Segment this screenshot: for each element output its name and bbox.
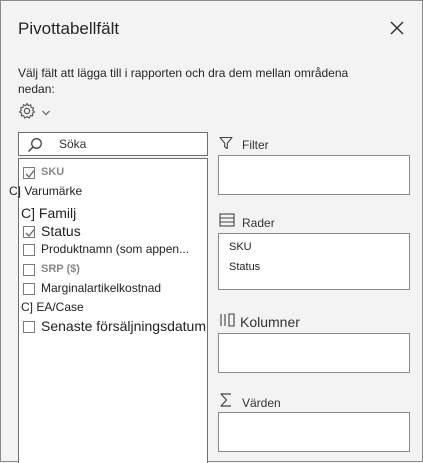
sigma-icon — [220, 393, 231, 407]
checkbox-marginalartikelkostnad[interactable] — [23, 283, 35, 295]
pivot-field-pane: Pivottabellfält Välj fält att lägga till… — [0, 0, 423, 463]
close-button[interactable] — [385, 16, 409, 40]
field-label: SRP ($) — [41, 263, 80, 275]
values-area-label: Värden — [242, 396, 281, 410]
row-field-status[interactable]: Status — [229, 261, 260, 273]
field-item-familj[interactable]: C] Familj — [21, 205, 76, 221]
close-icon — [390, 21, 404, 35]
field-label: Status — [41, 223, 81, 239]
rows-icon — [219, 213, 235, 227]
chevron-down-icon — [42, 110, 50, 116]
checkbox-produktnamn[interactable] — [23, 244, 35, 256]
search-box[interactable]: Söka — [18, 132, 208, 156]
field-item-varumarke[interactable]: C] Varumärke — [9, 184, 82, 198]
check-icon — [25, 170, 35, 178]
filter-icon — [219, 136, 233, 150]
columns-area-label: Kolumner — [240, 314, 300, 330]
check-icon — [25, 229, 35, 237]
field-item-ea-case[interactable]: C] EA/Case — [21, 300, 84, 314]
filter-drop-zone[interactable] — [218, 155, 410, 195]
instructions-text: Välj fält att lägga till i rapporten och… — [18, 66, 349, 96]
pane-title: Pivottabellfält — [18, 19, 120, 38]
gear-icon — [19, 102, 35, 119]
field-label: Produktnamn (som appen... — [41, 242, 190, 256]
checkbox-senaste-forsaljningsdatum[interactable] — [23, 321, 35, 333]
search-input[interactable]: Söka — [59, 137, 86, 151]
field-label: SKU — [41, 166, 65, 178]
rows-area-label: Rader — [242, 216, 275, 230]
search-icon — [27, 138, 42, 153]
rows-drop-zone[interactable]: SKU Status — [218, 233, 410, 290]
checkbox-sku[interactable] — [23, 167, 35, 179]
field-label: Marginalartikelkostnad — [41, 281, 162, 295]
columns-drop-zone[interactable] — [218, 333, 410, 373]
columns-icon — [220, 313, 235, 327]
field-label: C] EA/Case — [21, 300, 84, 314]
field-list: SKU C] Varumärke C] Familj Status Produk… — [9, 158, 208, 463]
field-label: Senaste försäljningsdatum — [41, 318, 206, 334]
checkbox-srp[interactable] — [23, 264, 35, 276]
field-label: C] Varumärke — [9, 184, 83, 198]
filter-area-label: Filter — [242, 138, 269, 152]
field-label: C] Familj — [21, 205, 77, 221]
checkbox-status[interactable] — [23, 226, 35, 238]
values-drop-zone[interactable] — [218, 412, 410, 452]
tools-button[interactable] — [18, 102, 54, 120]
row-field-sku[interactable]: SKU — [229, 241, 252, 253]
